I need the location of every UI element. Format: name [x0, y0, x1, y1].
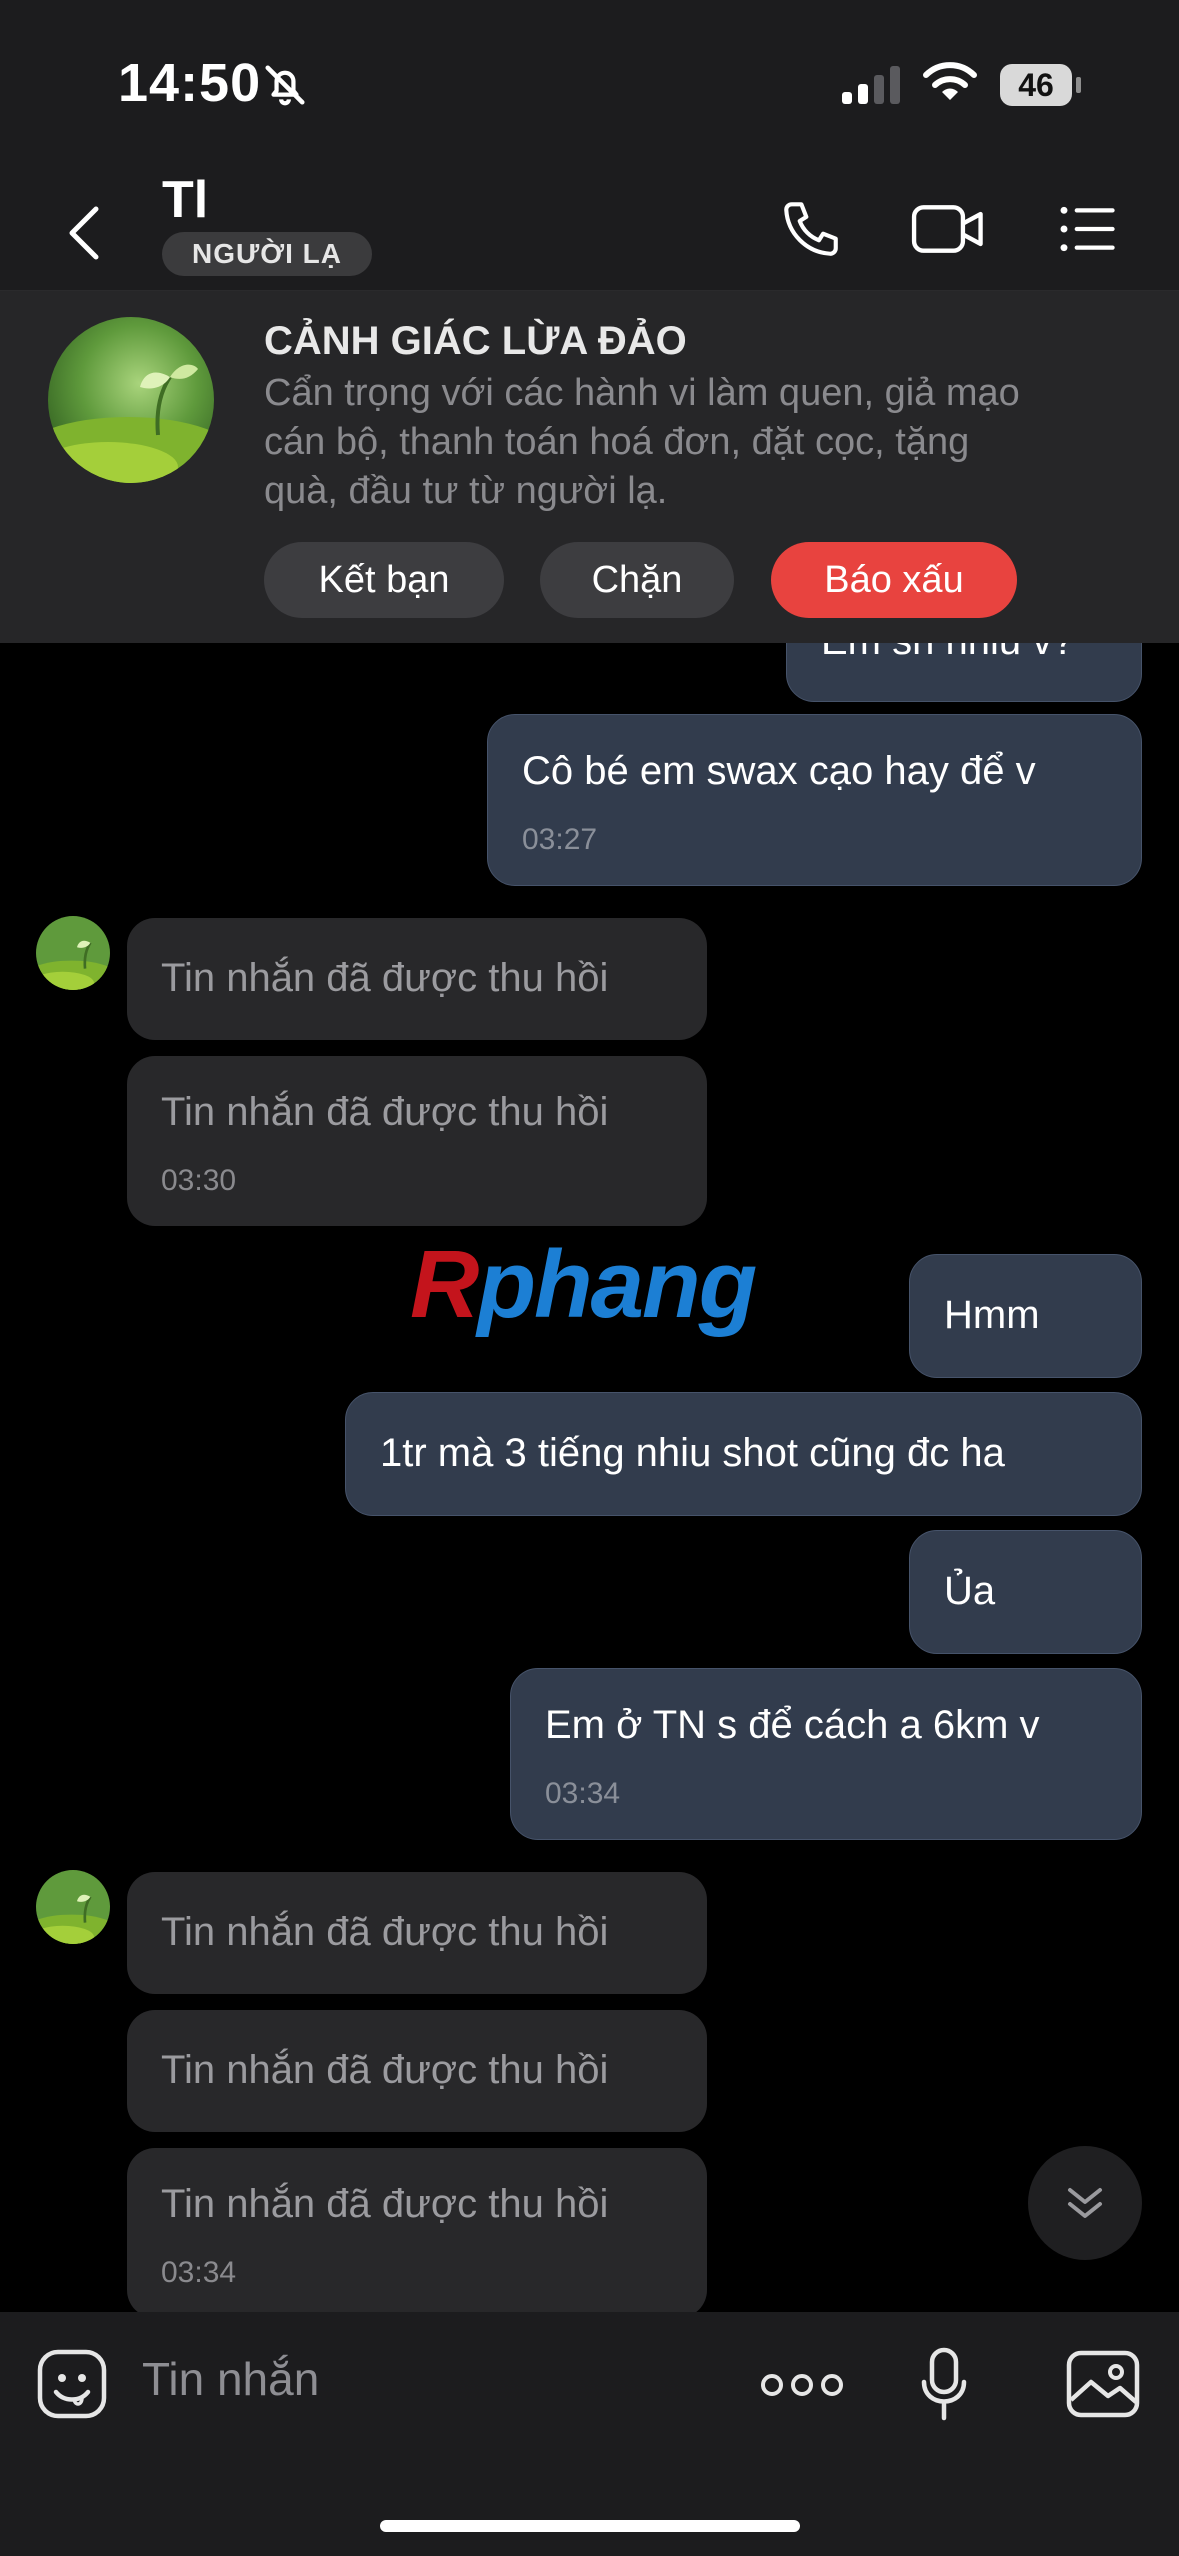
message-bubble-outgoing[interactable]: Em ở TN s để cách a 6km v 03:34	[510, 1668, 1142, 1840]
watermark-part: phang	[477, 1231, 757, 1338]
more-options-icon[interactable]	[760, 2368, 844, 2407]
message-text: Tin nhắn đã được thu hồi	[161, 1910, 609, 1954]
battery-icon: 46	[1000, 64, 1081, 106]
chat-header: Tl NGƯỜI LẠ	[0, 160, 1179, 291]
sticker-icon[interactable]	[36, 2348, 108, 2425]
message-bubble-recalled[interactable]: Tin nhắn đã được thu hồi 03:30	[127, 1056, 707, 1226]
add-friend-button[interactable]: Kết bạn	[264, 542, 504, 618]
image-gallery-icon[interactable]	[1066, 2350, 1140, 2423]
watermark-logo: Rphang	[410, 1230, 757, 1340]
wifi-icon	[922, 60, 978, 109]
message-bubble-recalled[interactable]: Tin nhắn đã được thu hồi	[127, 1872, 707, 1994]
watermark-part: R	[410, 1231, 479, 1338]
bell-muted-icon	[262, 62, 308, 113]
cellular-signal-icon	[840, 66, 904, 111]
message-bubble-outgoing[interactable]: 1tr mà 3 tiếng nhiu shot cũng đc ha	[345, 1392, 1142, 1516]
home-indicator	[380, 2520, 800, 2532]
warning-text: Cẩn trọng với các hành vi làm quen, giả …	[264, 369, 1144, 516]
back-icon[interactable]	[64, 205, 104, 266]
message-text: Tin nhắn đã được thu hồi	[161, 2048, 609, 2092]
message-bubble-recalled[interactable]: Tin nhắn đã được thu hồi	[127, 918, 707, 1040]
avatar[interactable]	[36, 1870, 110, 1944]
message-text: 1tr mà 3 tiếng nhiu shot cũng đc ha	[380, 1431, 1005, 1475]
avatar[interactable]	[48, 317, 214, 483]
scroll-to-bottom-button[interactable]	[1028, 2146, 1142, 2260]
message-bubble-outgoing[interactable]: Cô bé em swax cạo hay để v 03:27	[487, 714, 1142, 886]
message-text: Tin nhắn đã được thu hồi	[161, 956, 609, 1000]
message-time: 03:34	[545, 1777, 621, 1810]
phone-icon[interactable]	[778, 196, 844, 267]
message-input[interactable]: Tin nhắn	[142, 2352, 319, 2406]
menu-list-icon[interactable]	[1056, 196, 1120, 267]
video-call-icon[interactable]	[910, 196, 986, 267]
message-text: Em ở TN s để cách a 6km v	[545, 1703, 1040, 1747]
message-time: 03:30	[161, 1164, 237, 1197]
message-text: Tin nhắn đã được thu hồi	[161, 2182, 609, 2226]
battery-level: 46	[1000, 64, 1072, 106]
message-time: 03:27	[522, 823, 598, 856]
double-chevron-down-icon	[1068, 2188, 1102, 2218]
stranger-badge: NGƯỜI LẠ	[162, 232, 372, 276]
report-button[interactable]: Báo xấu	[771, 542, 1017, 618]
status-bar: 14:50 46	[0, 0, 1179, 160]
warning-line: Cẩn trọng với các hành vi làm quen, giả …	[264, 372, 1020, 414]
avatar[interactable]	[36, 916, 110, 990]
message-bubble-outgoing[interactable]: Hmm	[909, 1254, 1142, 1378]
microphone-icon[interactable]	[918, 2346, 970, 2427]
message-text: Ủa	[944, 1569, 996, 1613]
message-text: Hmm	[944, 1293, 1040, 1337]
warning-title: CẢNH GIÁC LỪA ĐẢO	[264, 319, 687, 363]
contact-name[interactable]: Tl	[162, 170, 208, 230]
warning-line: quà, đầu tư từ người lạ.	[264, 470, 668, 512]
message-bubble-recalled[interactable]: Tin nhắn đã được thu hồi 03:34	[127, 2148, 707, 2318]
status-time: 14:50	[118, 53, 262, 113]
message-bubble-outgoing[interactable]: Ủa	[909, 1530, 1142, 1654]
message-text: Cô bé em swax cạo hay để v	[522, 749, 1036, 793]
message-text: Tin nhắn đã được thu hồi	[161, 1090, 609, 1134]
scam-warning-panel: CẢNH GIÁC LỪA ĐẢO Cẩn trọng với các hành…	[0, 291, 1179, 643]
warning-line: cán bộ, thanh toán hoá đơn, đặt cọc, tặn…	[264, 421, 970, 463]
block-button[interactable]: Chặn	[540, 542, 734, 618]
message-input-bar: Tin nhắn	[0, 2312, 1179, 2556]
message-time: 03:34	[161, 2256, 237, 2289]
message-bubble-recalled[interactable]: Tin nhắn đã được thu hồi	[127, 2010, 707, 2132]
